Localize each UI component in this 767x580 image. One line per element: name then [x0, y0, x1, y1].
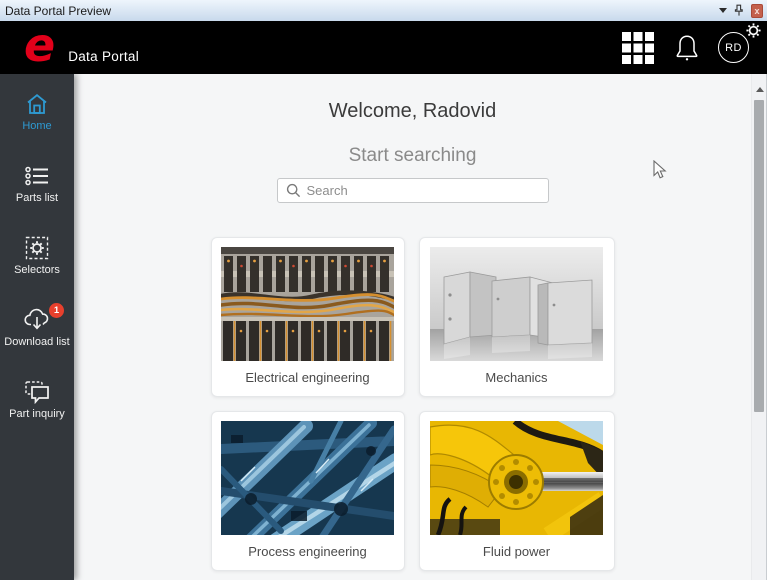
- apps-grid-icon[interactable]: [622, 32, 654, 64]
- sidebar-item-label: Selectors: [14, 264, 60, 276]
- sidebar-item-home[interactable]: Home: [0, 92, 74, 132]
- sidebar-item-parts-list[interactable]: Parts list: [0, 164, 74, 204]
- sidebar-item-part-inquiry[interactable]: Part inquiry: [0, 380, 74, 420]
- scrollbar-thumb[interactable]: [754, 100, 764, 412]
- sidebar-item-label: Part inquiry: [9, 408, 65, 420]
- sidebar-item-label: Download list: [4, 336, 69, 348]
- parts-list-icon: [24, 164, 50, 188]
- category-label: Electrical engineering: [245, 370, 369, 385]
- category-label: Mechanics: [485, 370, 547, 385]
- sidebar-item-label: Home: [22, 120, 51, 132]
- fluid-power-image: [430, 421, 603, 535]
- scroll-up-arrow-icon[interactable]: [756, 87, 764, 92]
- category-label: Process engineering: [248, 544, 367, 559]
- app-title: Data Portal: [68, 49, 139, 64]
- category-grid: Electrical engineering: [211, 237, 615, 571]
- category-card-electrical-engineering[interactable]: Electrical engineering: [211, 237, 405, 397]
- main-content: Welcome, Radovid Start searching: [74, 74, 751, 580]
- sidebar-nav: Home Parts list: [0, 74, 74, 580]
- category-card-mechanics[interactable]: Mechanics: [419, 237, 615, 397]
- search-input[interactable]: [307, 183, 540, 198]
- window-position-menu-icon[interactable]: [719, 8, 727, 13]
- close-panel-button[interactable]: x: [751, 4, 763, 18]
- download-count-badge: 1: [49, 303, 64, 318]
- process-engineering-image: [221, 421, 394, 535]
- sidebar-item-label: Parts list: [16, 192, 58, 204]
- part-inquiry-icon: [24, 380, 50, 404]
- search-box[interactable]: [277, 178, 549, 203]
- user-avatar[interactable]: RD: [718, 32, 749, 63]
- search-icon: [286, 183, 301, 198]
- electrical-engineering-image: [221, 247, 394, 361]
- cloud-download-icon: 1: [23, 308, 51, 332]
- notifications-bell-icon[interactable]: [674, 33, 700, 63]
- panel-title: Data Portal Preview: [5, 4, 111, 18]
- selectors-icon: [25, 236, 49, 260]
- sidebar-item-selectors[interactable]: Selectors: [0, 236, 74, 276]
- auto-hide-pin-icon[interactable]: [734, 4, 744, 17]
- start-searching-heading: Start searching: [74, 145, 751, 167]
- category-card-process-engineering[interactable]: Process engineering: [211, 411, 405, 571]
- home-icon: [24, 92, 50, 116]
- eplan-logo: e: [24, 25, 55, 65]
- category-card-fluid-power[interactable]: Fluid power: [419, 411, 615, 571]
- avatar-initials[interactable]: RD: [718, 32, 749, 63]
- vertical-scrollbar[interactable]: [751, 74, 767, 580]
- welcome-heading: Welcome, Radovid: [74, 74, 751, 123]
- panel-titlebar[interactable]: Data Portal Preview x: [0, 0, 767, 21]
- data-portal-window: { "window": { "title": "Data Portal Prev…: [0, 0, 767, 580]
- category-label: Fluid power: [483, 544, 550, 559]
- mechanics-image: [430, 247, 603, 361]
- app-header: e Data Portal: [0, 21, 767, 74]
- sidebar-item-download-list[interactable]: 1 Download list: [0, 308, 74, 348]
- settings-gear-icon[interactable]: [746, 23, 761, 43]
